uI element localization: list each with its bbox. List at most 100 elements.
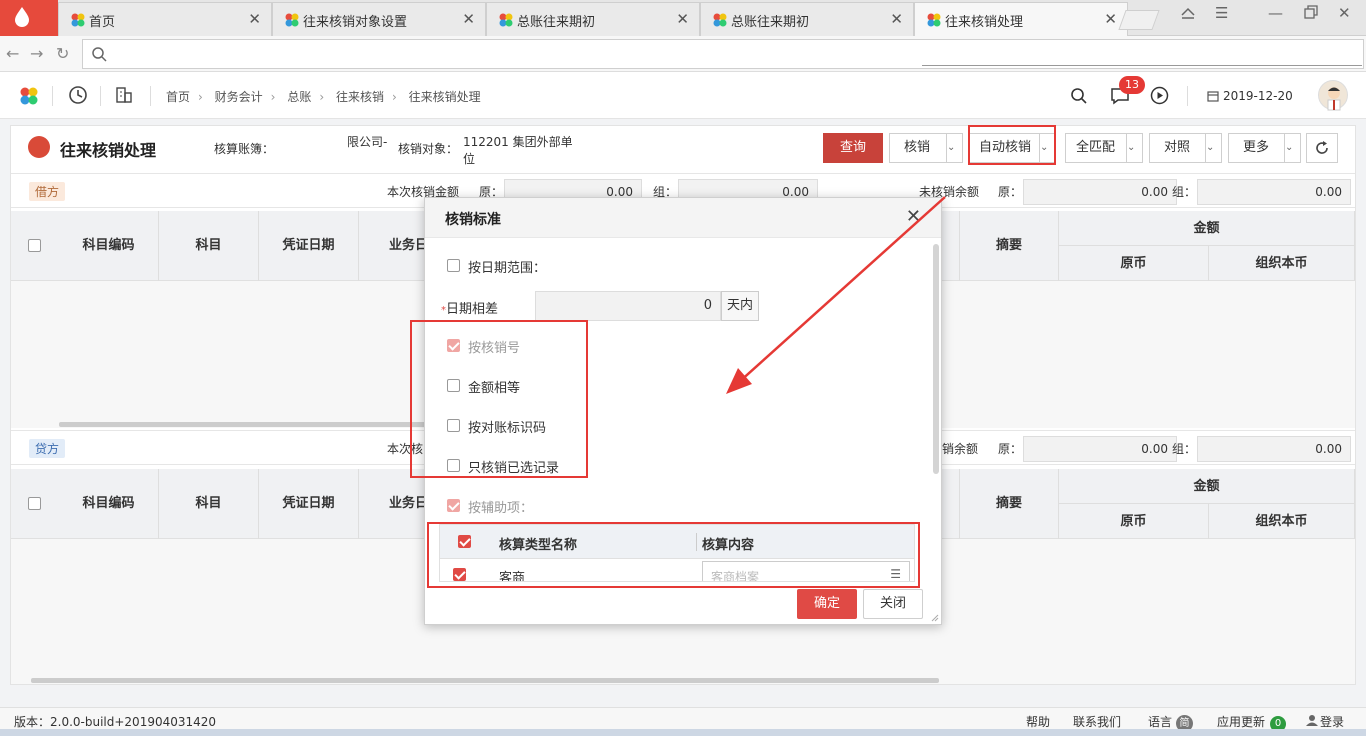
col-account-code[interactable]: 科目编码 bbox=[59, 211, 159, 281]
vertical-scrollbar[interactable] bbox=[933, 244, 939, 474]
avatar[interactable] bbox=[1318, 80, 1348, 111]
tab-home[interactable]: 首页 ✕ bbox=[58, 2, 272, 36]
date-diff-input[interactable]: 0 bbox=[535, 291, 721, 321]
col-summary[interactable]: 摘要 bbox=[959, 469, 1059, 539]
chevron-down-icon[interactable]: ⌄ bbox=[1039, 134, 1055, 162]
col-original[interactable]: 原币 bbox=[1059, 504, 1209, 539]
breadcrumb-finance[interactable]: 财务会计 bbox=[215, 90, 263, 104]
reload-icon[interactable]: ↻ bbox=[56, 44, 69, 63]
ledger-value-box[interactable] bbox=[277, 126, 347, 164]
select-all-checkbox[interactable] bbox=[28, 497, 41, 510]
resize-handle-icon[interactable] bbox=[931, 614, 939, 622]
browser-logo[interactable] bbox=[0, 0, 58, 36]
breadcrumb: 首页 › 财务会计 › 总账 › 往来核销 › 往来核销处理 bbox=[166, 90, 481, 104]
petal-logo-icon bbox=[927, 13, 941, 27]
app-header: 首页 › 财务会计 › 总账 › 往来核销 › 往来核销处理 bbox=[0, 72, 1366, 119]
close-window-icon[interactable]: ✕ bbox=[1338, 4, 1351, 22]
contact-link[interactable]: 联系我们 bbox=[1073, 713, 1121, 730]
close-icon[interactable]: ✕ bbox=[906, 206, 921, 227]
tab-label: 总账往来期初 bbox=[731, 15, 810, 30]
date-diff-label-text: 日期相差 bbox=[446, 302, 499, 317]
aux-select-all-checkbox[interactable] bbox=[458, 535, 471, 548]
col-voucher-date[interactable]: 凭证日期 bbox=[259, 211, 359, 281]
menu-icon[interactable]: ☰ bbox=[1215, 4, 1228, 22]
login-label: 登录 bbox=[1320, 715, 1345, 729]
chevron-down-icon[interactable]: ⌄ bbox=[1284, 134, 1300, 162]
back-icon[interactable]: ← bbox=[6, 44, 19, 63]
new-tab-button[interactable] bbox=[1118, 10, 1160, 30]
close-icon[interactable]: ✕ bbox=[1104, 10, 1117, 28]
col-account[interactable]: 科目 bbox=[159, 469, 259, 539]
confirm-button[interactable]: 确定 bbox=[797, 589, 857, 619]
credit-remain-orig-input[interactable]: 0.00 bbox=[1023, 436, 1177, 462]
breadcrumb-verify[interactable]: 往来核销 bbox=[336, 90, 384, 104]
tab-gl-opening-1[interactable]: 总账往来期初 ✕ bbox=[486, 2, 700, 36]
by-aux-checkbox[interactable] bbox=[447, 499, 460, 512]
select-all-checkbox[interactable] bbox=[28, 239, 41, 252]
col-org-currency[interactable]: 组织本币 bbox=[1209, 504, 1355, 539]
debit-remain-org-input[interactable]: 0.00 bbox=[1197, 179, 1351, 205]
close-icon[interactable]: ✕ bbox=[890, 10, 903, 28]
current-date[interactable]: 2019-12-20 bbox=[1206, 89, 1293, 103]
breadcrumb-gl[interactable]: 总账 bbox=[287, 90, 311, 104]
aux-table-row[interactable]: 客商 客商档案 ☰ bbox=[440, 560, 914, 581]
chevron-down-icon[interactable]: ⌄ bbox=[1126, 134, 1142, 162]
match-all-button[interactable]: 全匹配 ⌄ bbox=[1065, 133, 1143, 163]
amount-equal-label: 金额相等 bbox=[468, 381, 521, 396]
object-value-line1: 112201 集团外部单 bbox=[463, 135, 573, 149]
more-button[interactable]: 更多 ⌄ bbox=[1228, 133, 1301, 163]
aux-content-input[interactable]: 客商档案 ☰ bbox=[702, 561, 910, 581]
query-button[interactable]: 查询 bbox=[823, 133, 883, 163]
by-verify-no-checkbox[interactable] bbox=[447, 339, 460, 352]
col-summary[interactable]: 摘要 bbox=[959, 211, 1059, 281]
chevron-down-icon[interactable]: ⌄ bbox=[946, 134, 962, 162]
debit-remain-orig-input[interactable]: 0.00 bbox=[1023, 179, 1177, 205]
tab-verify-object-settings[interactable]: 往来核销对象设置 ✕ bbox=[272, 2, 486, 36]
aux-row-checkbox[interactable] bbox=[453, 568, 466, 581]
close-icon[interactable]: ✕ bbox=[462, 10, 475, 28]
breadcrumb-home[interactable]: 首页 bbox=[166, 90, 190, 104]
auto-verify-button[interactable]: 自动核销 ⌄ bbox=[968, 133, 1056, 163]
login-link[interactable]: 登录 bbox=[1306, 713, 1344, 730]
refresh-button[interactable] bbox=[1306, 133, 1338, 163]
app-logo-icon[interactable] bbox=[20, 87, 38, 105]
search-icon[interactable] bbox=[1070, 87, 1088, 105]
tab-gl-opening-2[interactable]: 总账往来期初 ✕ bbox=[700, 2, 914, 36]
tab-verify-processing[interactable]: 往来核销处理 ✕ bbox=[914, 2, 1128, 36]
by-reconcile-code-checkbox[interactable] bbox=[447, 419, 460, 432]
help-link[interactable]: 帮助 bbox=[1026, 713, 1050, 730]
tab-label: 往来核销对象设置 bbox=[303, 15, 408, 30]
aux-table: 核算类型名称 核算内容 客商 客商档案 ☰ bbox=[439, 524, 915, 582]
horizontal-scrollbar[interactable] bbox=[31, 678, 939, 683]
restore-icon[interactable] bbox=[1303, 4, 1319, 20]
only-selected-checkbox[interactable] bbox=[447, 459, 460, 472]
close-icon[interactable]: ✕ bbox=[676, 10, 689, 28]
col-account-code[interactable]: 科目编码 bbox=[59, 469, 159, 539]
search-icon bbox=[92, 47, 107, 62]
collapse-icon[interactable] bbox=[1180, 5, 1196, 19]
list-icon[interactable]: ☰ bbox=[890, 567, 901, 581]
dialog-header: 核销标准 ✕ bbox=[425, 198, 941, 238]
forward-icon[interactable]: → bbox=[30, 44, 43, 63]
credit-remain-org-input[interactable]: 0.00 bbox=[1197, 436, 1351, 462]
col-original[interactable]: 原币 bbox=[1059, 246, 1209, 281]
minimize-icon[interactable]: — bbox=[1268, 4, 1283, 22]
by-date-range-checkbox[interactable] bbox=[447, 259, 460, 272]
building-icon[interactable] bbox=[115, 86, 133, 104]
close-button[interactable]: 关闭 bbox=[863, 589, 923, 619]
close-icon[interactable]: ✕ bbox=[248, 10, 261, 28]
petal-logo-icon bbox=[71, 13, 85, 27]
auto-verify-label: 自动核销 bbox=[979, 140, 1032, 155]
verify-button[interactable]: 核销 ⌄ bbox=[889, 133, 963, 163]
reconcile-button[interactable]: 对照 ⌄ bbox=[1149, 133, 1222, 163]
chevron-down-icon[interactable]: ⌄ bbox=[1205, 134, 1221, 162]
history-clock-icon[interactable] bbox=[68, 85, 88, 105]
document-icon bbox=[28, 136, 50, 158]
play-icon[interactable] bbox=[1150, 86, 1169, 105]
col-account[interactable]: 科目 bbox=[159, 211, 259, 281]
object-value[interactable]: 112201 集团外部单 位 bbox=[463, 133, 573, 167]
col-voucher-date[interactable]: 凭证日期 bbox=[259, 469, 359, 539]
col-org-currency[interactable]: 组织本币 bbox=[1209, 246, 1355, 281]
date-unit-label: 天内 bbox=[721, 291, 759, 321]
amount-equal-checkbox[interactable] bbox=[447, 379, 460, 392]
